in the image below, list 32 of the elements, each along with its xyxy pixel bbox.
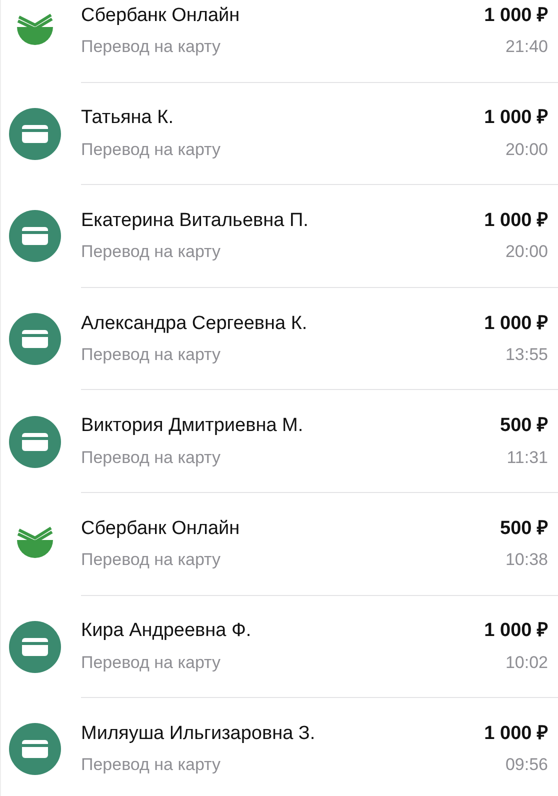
time: 13:55 [505, 344, 548, 366]
transfer-type: Перевод на карту [81, 344, 222, 366]
transfer-type: Перевод на карту [81, 652, 222, 674]
contact-name: Сбербанк Онлайн [81, 516, 241, 541]
time: 21:40 [505, 36, 548, 58]
transfer-type: Перевод на карту [81, 446, 222, 469]
amount: 1 000 ₽ [484, 722, 548, 746]
contact-name: Екатерина Витальевна П. [81, 208, 310, 233]
transfer-type: Перевод на карту [81, 549, 222, 572]
contact-name: Кира Андреевна Ф. [81, 619, 252, 644]
transfer-type: Перевод на карту [81, 138, 222, 161]
amount: 1 000 ₽ [484, 312, 548, 336]
time: 20:00 [505, 138, 548, 161]
amount: 500 ₽ [500, 516, 548, 541]
amount: 500 ₽ [500, 414, 548, 438]
contact-name: Миляуша Ильгизаровна З. [81, 722, 316, 746]
transfer-type: Перевод на карту [81, 36, 222, 58]
time: 11:31 [506, 446, 548, 469]
time: 09:56 [505, 754, 548, 776]
time: 10:02 [505, 652, 548, 674]
contact-name: Сбербанк Онлайн [81, 4, 241, 28]
contact-name: Виктория Дмитриевна М. [81, 414, 304, 438]
contact-name: Татьяна К. [81, 106, 174, 130]
amount: 1 000 ₽ [484, 106, 548, 130]
amount: 1 000 ₽ [484, 619, 548, 644]
transfer-type: Перевод на карту [81, 241, 222, 264]
time: 10:38 [505, 549, 548, 572]
contact-name: Александра Сергеевна К. [81, 312, 308, 336]
amount: 1 000 ₽ [484, 4, 548, 28]
amount: 1 000 ₽ [484, 208, 548, 233]
time: 20:00 [505, 241, 548, 264]
transfer-type: Перевод на карту [81, 754, 222, 776]
